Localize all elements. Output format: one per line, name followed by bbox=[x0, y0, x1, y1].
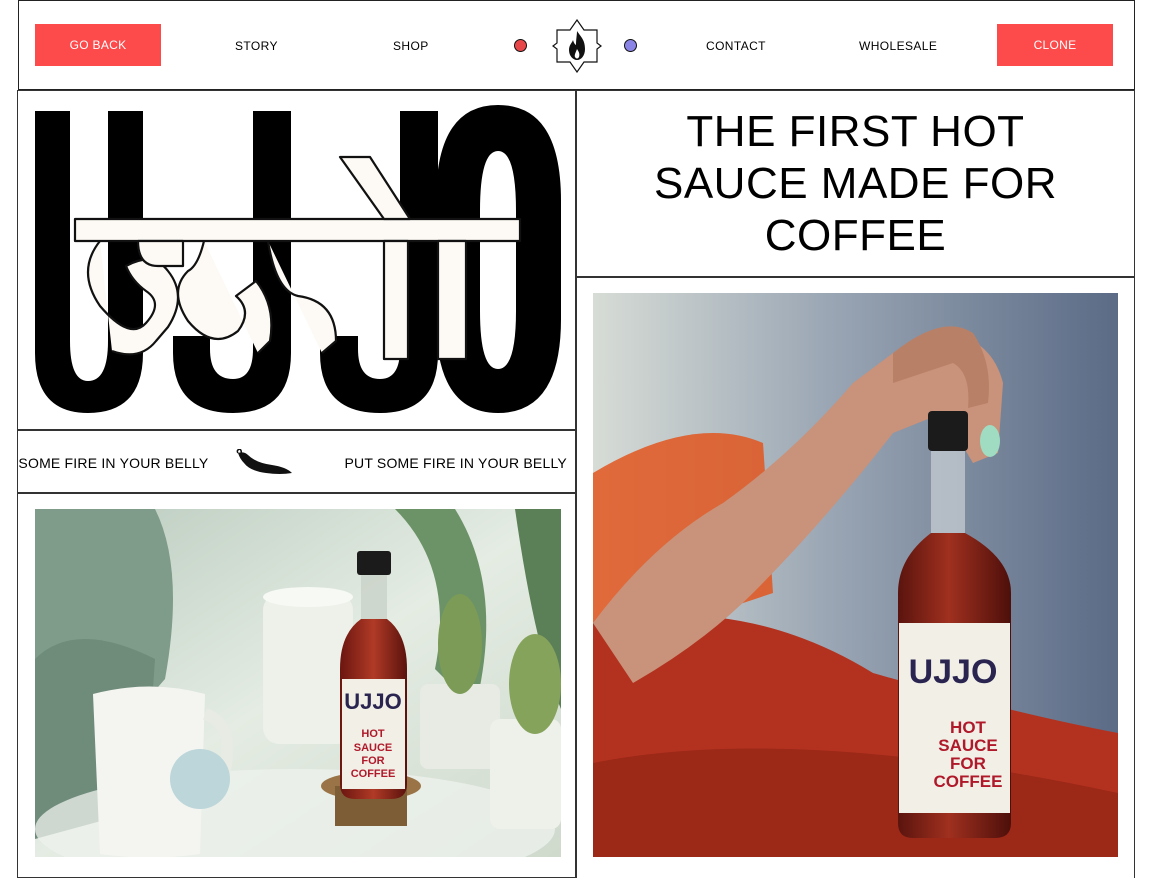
go-back-button[interactable]: GO BACK bbox=[35, 24, 161, 66]
red-dot bbox=[514, 39, 527, 52]
clone-button[interactable]: CLONE bbox=[997, 24, 1113, 66]
ticker-text: PUT SOME FIRE IN YOUR BELLY bbox=[344, 454, 567, 471]
svg-text:UJJO: UJJO bbox=[909, 653, 998, 691]
headline-panel: THE FIRST HOT SAUCE MADE FOR COFFEE bbox=[576, 90, 1135, 277]
ticker-track: PUT SOME FIRE IN YOUR BELLY PUT SOME FIR… bbox=[18, 431, 575, 492]
nav-link-shop[interactable]: SHOP bbox=[393, 39, 429, 53]
svg-text:SAUCE: SAUCE bbox=[354, 742, 393, 754]
svg-text:HOT: HOT bbox=[361, 728, 385, 740]
product-photo-panel-right: UJJO HOT SAUCE FOR COFFEE bbox=[576, 277, 1135, 878]
nav-link-wholesale[interactable]: WHOLESALE bbox=[859, 39, 937, 53]
chili-pepper-icon bbox=[237, 448, 293, 474]
flame-star-logo-icon[interactable] bbox=[552, 19, 602, 73]
nav-link-contact[interactable]: CONTACT bbox=[706, 39, 766, 53]
nav-link-story[interactable]: STORY bbox=[235, 39, 278, 53]
product-photo-panel-left: HOT SAUCE FOR COFFEE UJJO bbox=[17, 493, 576, 878]
svg-text:HOT: HOT bbox=[950, 718, 987, 737]
svg-text:UJJO: UJJO bbox=[344, 689, 401, 714]
svg-text:SAUCE: SAUCE bbox=[938, 736, 998, 755]
page-headline: THE FIRST HOT SAUCE MADE FOR COFFEE bbox=[653, 106, 1058, 260]
product-photo-right: UJJO HOT SAUCE FOR COFFEE bbox=[593, 293, 1118, 857]
ticker-text: PUT SOME FIRE IN YOUR BELLY bbox=[18, 454, 209, 471]
svg-text:FOR: FOR bbox=[361, 755, 384, 767]
marquee-ticker: PUT SOME FIRE IN YOUR BELLY PUT SOME FIR… bbox=[17, 430, 576, 493]
ujjo-logo bbox=[35, 105, 561, 413]
svg-text:FOR: FOR bbox=[950, 754, 986, 773]
top-navigation: GO BACK STORY SHOP CONTACT WHOLESALE CLO… bbox=[18, 0, 1135, 90]
svg-text:COFFEE: COFFEE bbox=[351, 768, 396, 780]
product-photo-left: HOT SAUCE FOR COFFEE UJJO bbox=[35, 509, 561, 857]
purple-dot bbox=[624, 39, 637, 52]
brand-wordmark-panel bbox=[17, 90, 576, 430]
svg-text:COFFEE: COFFEE bbox=[934, 772, 1003, 791]
